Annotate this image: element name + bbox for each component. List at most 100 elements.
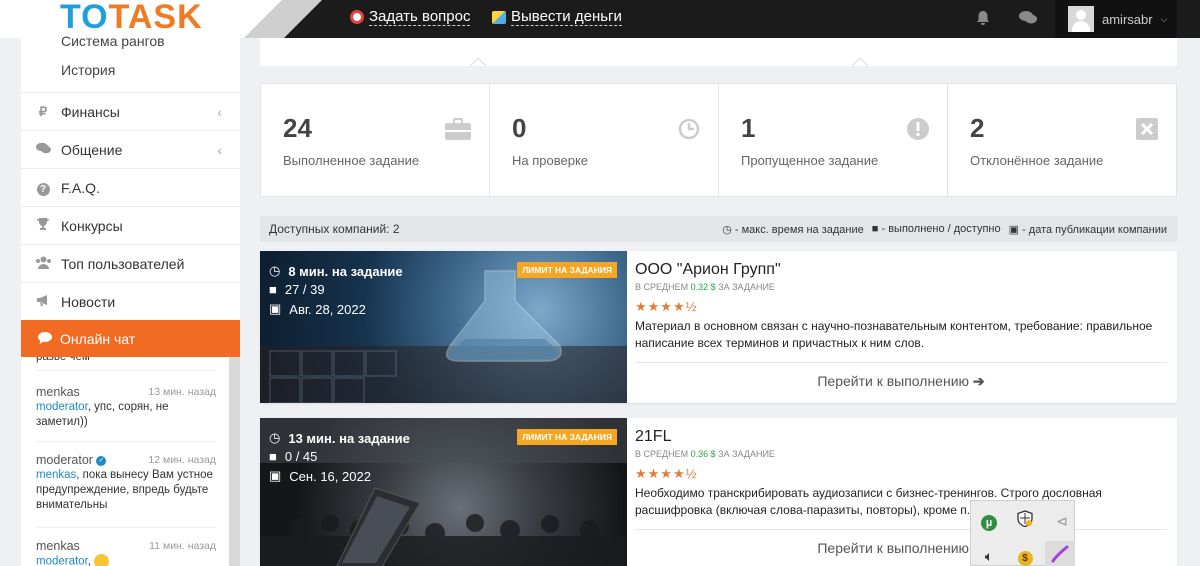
question-icon: ?	[35, 180, 51, 196]
wallet-icon	[492, 10, 506, 24]
card-date: ▣ Сен. 16, 2022	[269, 468, 371, 484]
network-icon[interactable]: ⊲	[1051, 510, 1073, 532]
chat-mention[interactable]: moderator	[36, 556, 88, 566]
sidebar-item-communication[interactable]: Общение ‹	[21, 130, 240, 168]
chevron-down-icon: ⌵	[1160, 13, 1168, 24]
card-date-label: Авг. 28, 2022	[289, 301, 366, 317]
legend-done-label: - выполнено / доступно	[881, 222, 1001, 235]
divider	[635, 529, 1167, 530]
company-image: ◷ 8 мин. на задание ■ 27 / 39 ▣ Авг. 28, 20…	[260, 251, 627, 403]
withdraw-link[interactable]: Вывести деньги	[492, 8, 622, 26]
card-progress: ■ 27 / 39	[269, 282, 325, 297]
divider	[36, 370, 216, 371]
sidebar-item-finance[interactable]: ₽ Финансы ‹	[21, 92, 240, 130]
available-count: Доступных компаний: 2	[269, 222, 400, 236]
card-time: ◷ 8 мин. на задание	[269, 263, 403, 279]
limit-badge: ЛИМИТ НА ЗАДАНИЯ	[517, 262, 617, 278]
clock-icon	[678, 118, 700, 146]
calendar-icon: ▣	[269, 301, 282, 316]
card-progress-label: 0 / 45	[284, 449, 318, 464]
chat-message: menkas 13 мин. назад moderator, упс, сор…	[36, 385, 216, 430]
stat-value: 2	[970, 113, 985, 143]
company-image: ◷ 13 мин. на задание ■ 0 / 45 ▣ Сен. 16, 20…	[260, 418, 627, 566]
comments-icon[interactable]	[1019, 10, 1037, 28]
go-to-task-label: Перейти к выполнению	[817, 540, 970, 556]
sidebar-item-top-users[interactable]: Топ пользователей	[21, 244, 240, 282]
card-progress: ■ 0 / 45	[269, 449, 317, 464]
calendar-icon: ▣	[269, 468, 282, 483]
stat-label: Выполненное задание	[283, 153, 420, 168]
legend-time: ◷ - макс. время на задание	[722, 223, 864, 236]
stat-pending: 0 На проверке	[490, 84, 719, 196]
clock-icon: ◷	[269, 430, 281, 445]
emoji-icon	[94, 554, 110, 566]
exclamation-icon	[907, 118, 929, 146]
online-chat-title: Онлайн чат	[60, 330, 136, 347]
sidebar-subitem-ranks[interactable]: Система рангов	[61, 33, 165, 49]
stat-value: 24	[283, 113, 312, 143]
info-bar: Доступных компаний: 2 ◷ - макс. время на…	[260, 216, 1177, 242]
avg-value: 0.36 $	[690, 449, 716, 459]
user-menu[interactable]: amirsabr ⌵	[1055, 0, 1177, 38]
card-body: ООО "Арион Групп" В СРЕДНЕМ 0.32 $ ЗА ЗА…	[635, 251, 1170, 403]
sidebar-item-faq[interactable]: ? F.A.Q.	[21, 168, 240, 206]
verified-icon: ✓	[96, 455, 107, 466]
card-progress-label: 27 / 39	[284, 282, 325, 297]
system-tray-popup: µ ⊲ 🔈︎ $	[970, 500, 1075, 566]
sidebar-subitem-history[interactable]: История	[61, 62, 115, 78]
pen-icon[interactable]	[1045, 541, 1075, 566]
arrow-right-icon: ➔	[972, 373, 985, 389]
online-chat-header[interactable]: Онлайн чат	[21, 320, 240, 357]
chat-mention[interactable]: moderator	[36, 401, 88, 413]
chat-mention[interactable]: menkas	[36, 469, 76, 481]
divider	[36, 441, 216, 442]
chat-message: moderator ✓ 12 мин. назад menkas, пока в…	[36, 453, 216, 513]
chat-message-cut: разве чем	[36, 357, 90, 363]
shield-icon[interactable]	[1014, 510, 1036, 532]
avg-value: 0.32 $	[690, 282, 716, 292]
rating-stars: ★★★★½	[635, 299, 698, 314]
clock-icon: ◷	[722, 223, 732, 236]
speaker-icon[interactable]: 🔈︎	[978, 545, 1000, 566]
trophy-icon	[35, 217, 51, 234]
sidebar-item-label: F.A.Q.	[61, 179, 100, 196]
chat-author[interactable]: moderator	[36, 453, 93, 467]
chat-scrollbar[interactable]	[229, 357, 240, 566]
rating-stars: ★★★★½	[635, 466, 698, 481]
legend-time-label: - макс. время на задание	[734, 223, 864, 236]
avg-prefix: В СРЕДНЕМ	[635, 282, 689, 292]
stat-value: 0	[512, 113, 527, 143]
clock-icon: ◷	[269, 263, 281, 278]
avg-suffix: ЗА ЗАДАНИЕ	[718, 282, 775, 292]
go-to-task-link[interactable]: Перейти к выполнению ➔	[635, 373, 1167, 390]
card-time-label: 8 мин. на задание	[288, 263, 403, 279]
withdraw-label: Вывести деньги	[511, 8, 622, 26]
ruble-icon: ₽	[38, 103, 48, 119]
bell-icon[interactable]	[976, 10, 990, 29]
calendar-icon: ▣	[1008, 223, 1019, 236]
sidebar-item-contests[interactable]: Конкурсы	[21, 206, 240, 244]
coin-icon[interactable]: $	[1014, 545, 1036, 566]
legend-date-label: - дата публикации компании	[1022, 223, 1167, 236]
company-title[interactable]: 21FL	[635, 428, 671, 446]
legend-done: ■ - выполнено / доступно	[872, 223, 1001, 236]
stat-label: Отклонённое задание	[970, 153, 1104, 168]
chat-text: ,	[87, 555, 91, 566]
sidebar-item-label: Конкурсы	[61, 217, 123, 234]
comment-icon	[38, 331, 52, 347]
company-title[interactable]: ООО "Арион Групп"	[635, 261, 781, 279]
stat-completed: 24 Выполненное задание	[261, 84, 490, 196]
chat-time: 12 мин. назад	[148, 454, 216, 466]
card-body: 21FL В СРЕДНЕМ 0.36 $ ЗА ЗАДАНИЕ ★★★★½ Н…	[635, 418, 1170, 566]
chat-message: menkas 11 мин. назад moderator,	[36, 539, 216, 566]
sidebar-item-label: Новости	[61, 293, 116, 310]
go-to-task-link[interactable]: Перейти к выполнению ➔	[635, 540, 1167, 557]
chat-list: разве чем menkas 13 мин. назад moderator…	[21, 357, 240, 566]
ask-question-link[interactable]: Задать вопрос	[350, 8, 471, 26]
sidebar-item-news[interactable]: Новости	[21, 282, 240, 320]
company-card[interactable]: ◷ 8 мин. на задание ■ 27 / 39 ▣ Авг. 28, 20…	[260, 251, 1177, 403]
times-icon	[1136, 118, 1158, 146]
legend: ◷ - макс. время на задание ■ - выполнено…	[722, 223, 1167, 236]
avg-prefix: В СРЕДНЕМ	[635, 449, 689, 459]
utorrent-icon[interactable]: µ	[978, 510, 1000, 532]
